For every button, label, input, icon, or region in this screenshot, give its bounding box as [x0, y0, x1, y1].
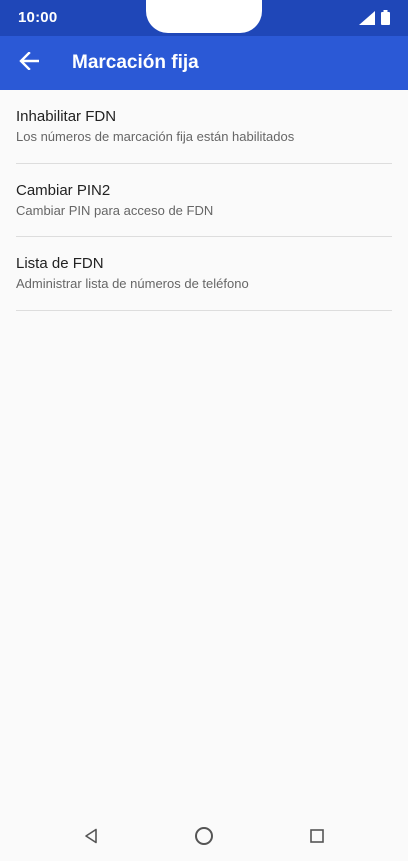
status-bar: 10:00: [0, 0, 408, 36]
back-triangle-icon: [84, 828, 98, 849]
nav-home-button[interactable]: [190, 825, 218, 851]
arrow-left-icon: [19, 50, 40, 75]
app-bar: Marcación fija: [0, 36, 408, 90]
fdn-list-item[interactable]: Lista de FDN Administrar lista de número…: [16, 255, 392, 291]
settings-list: Inhabilitar FDN Los números de marcación…: [0, 90, 408, 815]
page-title: Marcación fija: [72, 52, 199, 73]
status-icons: [359, 10, 390, 30]
camera-notch: [146, 0, 262, 33]
recents-square-icon: [310, 828, 324, 848]
item-title: Cambiar PIN2: [16, 182, 111, 199]
item-summary: Los números de marcación fija están habi…: [16, 129, 295, 144]
divider: [16, 236, 392, 237]
home-circle-icon: [194, 826, 214, 851]
item-summary: Administrar lista de números de teléfono: [16, 276, 249, 291]
nav-recents-button[interactable]: [303, 825, 331, 851]
item-title: Lista de FDN: [16, 255, 104, 272]
fdn-disable-item[interactable]: Inhabilitar FDN Los números de marcación…: [16, 108, 392, 144]
battery-icon: [381, 10, 390, 30]
item-summary: Cambiar PIN para acceso de FDN: [16, 203, 214, 218]
divider: [16, 310, 392, 311]
nav-back-button[interactable]: [77, 825, 105, 851]
back-button[interactable]: [10, 44, 48, 82]
item-title: Inhabilitar FDN: [16, 108, 117, 125]
navigation-bar: [0, 815, 408, 861]
status-time: 10:00: [18, 9, 58, 26]
signal-icon: [359, 10, 375, 30]
change-pin2-item[interactable]: Cambiar PIN2 Cambiar PIN para acceso de …: [16, 182, 392, 218]
divider: [16, 163, 392, 164]
